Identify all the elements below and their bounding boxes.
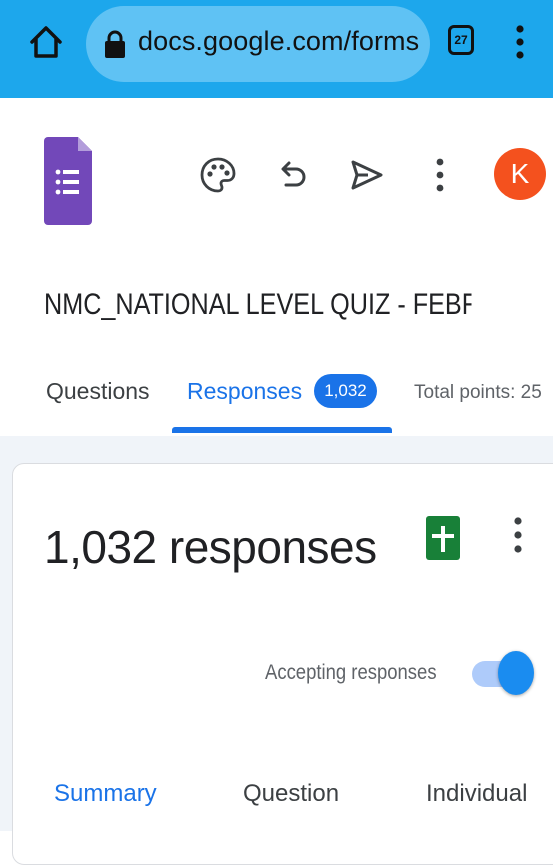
tab-responses[interactable]: Responses — [187, 378, 302, 405]
accepting-responses-label: Accepting responses — [265, 661, 437, 684]
subtab-question[interactable]: Question — [243, 780, 339, 808]
lock-icon — [105, 30, 125, 58]
accepting-responses-toggle[interactable] — [472, 649, 534, 697]
subtab-individual[interactable]: Individual — [426, 780, 527, 808]
url-text: docs.google.com/forms — [138, 26, 420, 56]
browser-toolbar: docs.google.com/forms 27 — [0, 0, 553, 98]
responses-heading: 1,032 responses — [44, 521, 377, 573]
address-bar[interactable]: docs.google.com/forms — [86, 6, 430, 82]
forms-logo-icon[interactable] — [44, 137, 92, 225]
response-count: 1,032 — [324, 381, 367, 400]
active-tab-indicator — [172, 427, 392, 433]
send-icon[interactable] — [346, 155, 386, 195]
tab-questions[interactable]: Questions — [46, 378, 150, 405]
sheets-icon[interactable] — [426, 516, 460, 560]
tabs-switcher-button[interactable]: 27 — [448, 25, 474, 55]
total-points: Total points: 25 — [414, 382, 542, 403]
avatar-letter: K — [510, 158, 530, 189]
toggle-thumb — [498, 651, 534, 695]
tab-count: 27 — [454, 33, 468, 47]
home-icon[interactable] — [26, 22, 66, 62]
browser-more-vert-icon[interactable] — [510, 22, 530, 62]
subtab-summary[interactable]: Summary — [54, 780, 157, 808]
response-count-badge: 1,032 — [314, 374, 377, 408]
more-vert-icon[interactable] — [420, 155, 460, 195]
palette-icon[interactable] — [198, 155, 238, 195]
undo-icon[interactable] — [272, 155, 312, 195]
card-more-vert-icon[interactable] — [508, 513, 528, 557]
form-title: NMC_NATIONAL LEVEL QUIZ - FEBRUA — [44, 288, 472, 321]
account-avatar[interactable]: K — [494, 148, 546, 200]
